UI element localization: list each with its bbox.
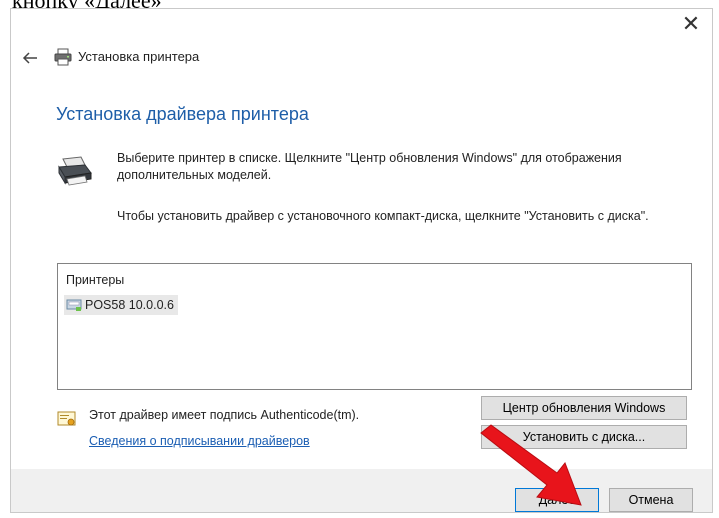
windows-update-button[interactable]: Центр обновления Windows (481, 396, 687, 420)
back-button[interactable] (19, 49, 41, 67)
signature-status-text: Этот драйвер имеет подпись Authenticode(… (89, 408, 360, 422)
printer-icon (54, 48, 72, 66)
printer-list[interactable]: Принтеры POS58 10.0.0.6 (57, 263, 692, 390)
printer-icon (66, 299, 82, 311)
cancel-button[interactable]: Отмена (609, 488, 693, 512)
list-item[interactable]: POS58 10.0.0.6 (64, 295, 178, 315)
dialog-footer (11, 469, 712, 512)
certificate-icon (57, 411, 76, 426)
back-arrow-icon (22, 52, 37, 64)
description-install-disk: Чтобы установить драйвер с установочного… (117, 209, 649, 223)
driver-signing-link[interactable]: Сведения о подписывании драйверов (89, 434, 310, 448)
red-arrow-icon (480, 424, 582, 506)
list-item-label: POS58 10.0.0.6 (85, 298, 174, 312)
printer-icon (58, 156, 92, 186)
add-printer-dialog: ✕ Установка принтера Установка драйвера … (10, 8, 713, 513)
close-button[interactable]: ✕ (676, 11, 706, 36)
page-title: Установка драйвера принтера (56, 104, 309, 124)
description-select-printer: Выберите принтер в списке. Щелкните "Цен… (117, 151, 622, 182)
printer-list-header: Принтеры (66, 273, 125, 287)
header-title: Установка принтера (78, 49, 200, 64)
